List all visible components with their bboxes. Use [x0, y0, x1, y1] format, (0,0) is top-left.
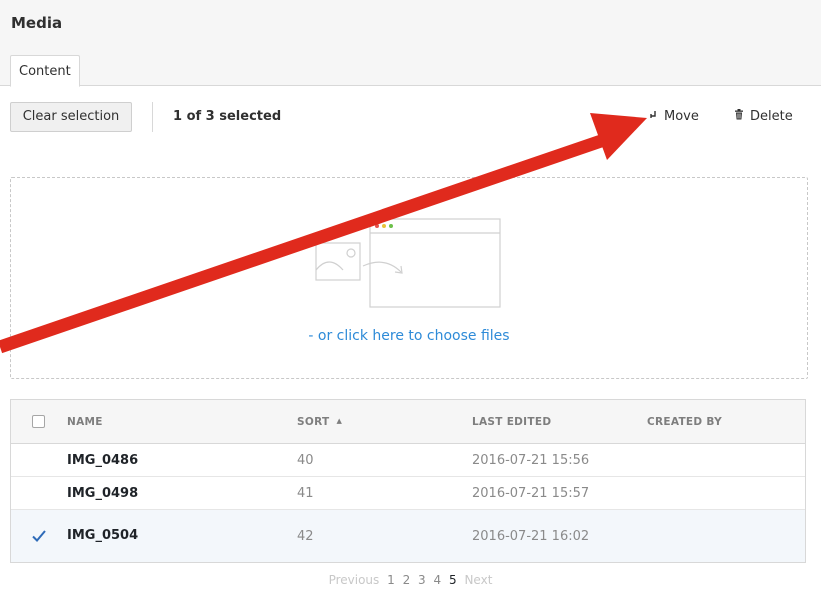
media-table: NAME SORT ▲ LAST EDITED CREATED BY IMG_0… — [10, 399, 806, 563]
pagination-page-current[interactable]: 5 — [449, 573, 457, 587]
row-sort: 42 — [297, 529, 314, 544]
pagination-page[interactable]: 1 — [387, 573, 395, 587]
pagination-next[interactable]: Next — [464, 573, 492, 587]
column-header-last-edited[interactable]: LAST EDITED — [472, 416, 551, 428]
column-header-name[interactable]: NAME — [67, 416, 103, 428]
column-header-sort[interactable]: SORT ▲ — [297, 416, 342, 428]
row-name: IMG_0504 — [67, 528, 139, 543]
row-last-edited: 2016-07-21 15:57 — [472, 486, 590, 501]
selection-toolbar: Clear selection 1 of 3 selected Move Del… — [0, 86, 821, 148]
page-title: Media — [11, 14, 63, 32]
table-row[interactable]: IMG_0498 41 2016-07-21 15:57 — [11, 477, 805, 510]
row-sort: 40 — [297, 453, 314, 468]
editor-header: Media Content — [0, 0, 821, 87]
upload-illustration-icon — [315, 218, 501, 308]
clear-selection-button[interactable]: Clear selection — [10, 102, 132, 132]
pagination: Previous 1 2 3 4 5 Next — [0, 573, 821, 587]
table-row[interactable]: IMG_0486 40 2016-07-21 15:56 — [11, 444, 805, 477]
move-button[interactable]: Move — [646, 109, 699, 124]
toolbar-divider — [152, 102, 153, 132]
select-all-checkbox[interactable] — [32, 415, 45, 428]
pagination-page[interactable]: 3 — [418, 573, 426, 587]
trash-icon — [732, 109, 746, 123]
pagination-page[interactable]: 2 — [403, 573, 411, 587]
pagination-page[interactable]: 4 — [434, 573, 442, 587]
row-sort: 41 — [297, 486, 314, 501]
row-name: IMG_0498 — [67, 486, 139, 501]
row-name: IMG_0486 — [67, 453, 139, 468]
selection-count: 1 of 3 selected — [173, 109, 282, 124]
checkmark-icon[interactable] — [31, 528, 47, 544]
upload-dropzone[interactable]: - or click here to choose files — [10, 177, 808, 379]
row-last-edited: 2016-07-21 15:56 — [472, 453, 590, 468]
delete-label: Delete — [750, 109, 793, 124]
table-row-selected[interactable]: IMG_0504 42 2016-07-21 16:02 — [11, 510, 805, 562]
sort-ascending-icon: ▲ — [336, 417, 343, 425]
row-last-edited: 2016-07-21 16:02 — [472, 529, 590, 544]
pagination-previous[interactable]: Previous — [329, 573, 380, 587]
column-header-sort-label: SORT — [297, 416, 330, 428]
delete-button[interactable]: Delete — [732, 109, 793, 124]
move-label: Move — [664, 109, 699, 124]
move-icon — [646, 110, 660, 123]
column-header-created-by[interactable]: CREATED BY — [647, 416, 722, 428]
choose-files-link[interactable]: - or click here to choose files — [11, 328, 807, 344]
table-header: NAME SORT ▲ LAST EDITED CREATED BY — [11, 400, 805, 444]
tab-content[interactable]: Content — [10, 55, 80, 87]
